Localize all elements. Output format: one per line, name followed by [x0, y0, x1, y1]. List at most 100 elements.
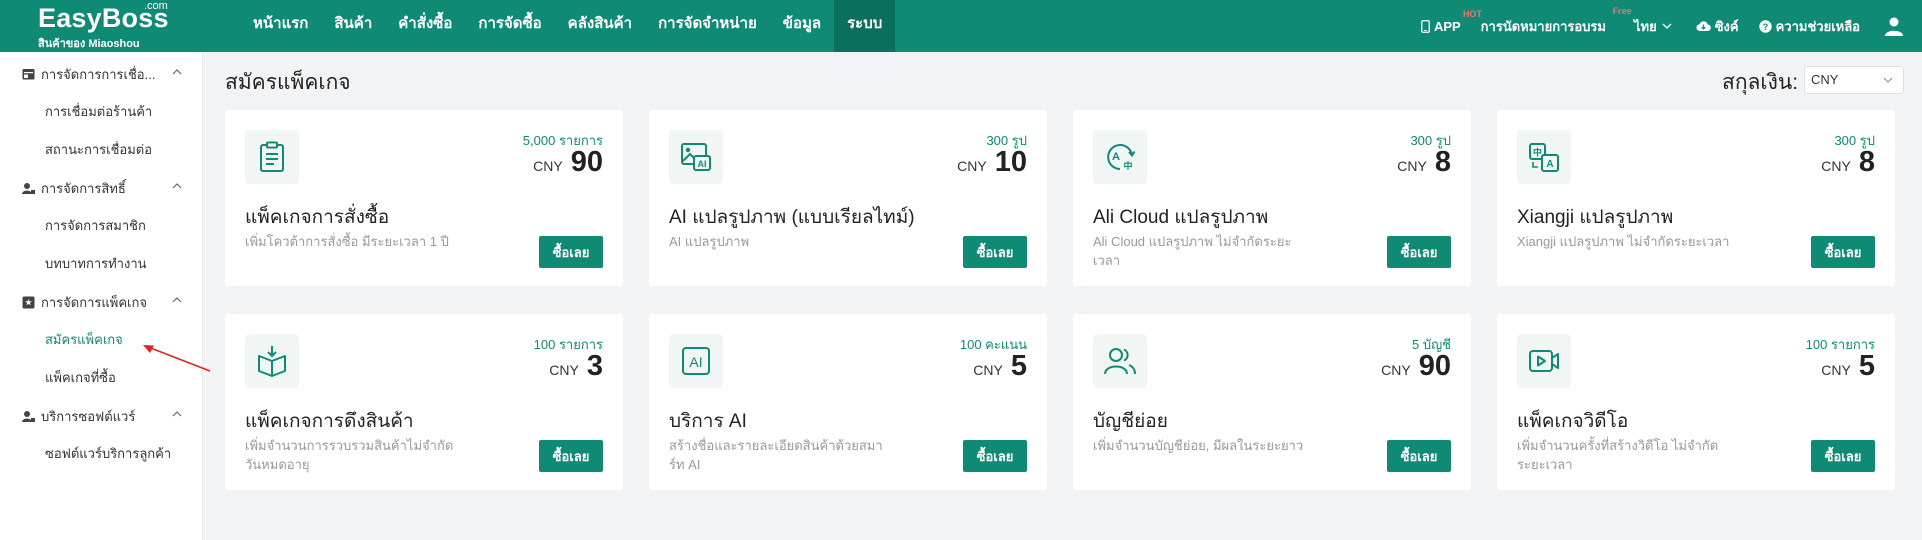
sidebar-item-customer-service-software[interactable]: ซอฟต์แวร์บริการลูกค้า: [0, 435, 202, 473]
package-name: Xiangji แปลรูปภาพ: [1517, 207, 1674, 228]
currency-select[interactable]: CNY: [1804, 66, 1904, 94]
svg-text:中: 中: [1533, 147, 1542, 159]
sidebar-group-packages[interactable]: การจัดการแพ็คเกจ: [0, 283, 202, 321]
sidebar-group-label: บริการซอฟต์แวร์: [41, 408, 136, 424]
package-card-product-import: 100 รายการ CNY 3 แพ็คเกจการดึงสินค้า เพิ่…: [225, 314, 623, 490]
chevron-up-icon: [172, 297, 182, 303]
chevron-up-icon: [172, 183, 182, 189]
nav-orders[interactable]: คำสั่งซื้อ: [385, 0, 465, 52]
sync-label: ซิงค์: [1714, 18, 1739, 34]
package-name: แพ็คเกจวิดีโอ: [1517, 411, 1629, 432]
translate-icon: 中A: [1517, 130, 1571, 184]
sidebar-group-connection[interactable]: การจัดการการเชื่อ...: [0, 55, 202, 93]
help-icon: ?: [1758, 19, 1772, 33]
package-price: CNY 90: [533, 146, 603, 179]
package-card-sub-accounts: 5 บัญชี CNY 90 บัญชีย่อย เพิ่มจำนวนบัญชีย…: [1073, 314, 1471, 490]
sidebar-item-roles[interactable]: บทบาทการทำงาน: [0, 245, 202, 283]
price-amount: 8: [1858, 146, 1875, 178]
sync-button[interactable]: ซิงค์: [1696, 16, 1739, 37]
chevron-down-icon: [1883, 77, 1893, 83]
package-card-ai-service: AI 100 คะแนน CNY 5 บริการ AI สร้างชื่อและ…: [649, 314, 1047, 490]
package-description: เพิ่มจำนวนบัญชีย่อย, มีผลในระยะยาว: [1093, 438, 1304, 453]
package-description: AI แปลรูปภาพ: [669, 234, 750, 249]
price-currency: CNY: [1381, 362, 1411, 378]
price-currency: CNY: [1821, 158, 1851, 174]
user-avatar-icon[interactable]: [1884, 16, 1904, 36]
sidebar-group-label: การจัดการสิทธิ์: [41, 180, 126, 196]
price-amount: 5: [1010, 350, 1027, 382]
sidebar-group-permissions[interactable]: การจัดการสิทธิ์: [0, 169, 202, 207]
price-currency: CNY: [973, 362, 1003, 378]
package-name: AI แปลรูปภาพ (แบบเรียลไทม์): [669, 207, 915, 228]
ai-image-icon: AI: [669, 130, 723, 184]
language-select[interactable]: ไทย: [1634, 16, 1676, 37]
top-navbar: EasyBoss .com สินค้าของ Miaoshou หน้าแรก…: [0, 0, 1922, 52]
app-link[interactable]: APP HOT: [1421, 9, 1482, 34]
nav-warehouse[interactable]: คลังสินค้า: [555, 0, 645, 52]
package-description: เพิ่มจำนวนการรวบรวมสินค้าไม่จำกัดวันหมดอ…: [245, 438, 454, 472]
price-amount: 3: [586, 350, 603, 382]
buy-now-button[interactable]: ซื้อเลย: [1811, 440, 1875, 472]
price-currency: CNY: [1821, 362, 1851, 378]
nav-products[interactable]: สินค้า: [321, 0, 385, 52]
price-amount: 10: [994, 146, 1027, 178]
package-card-ali-cloud-translation: A中 300 รูป CNY 8 Ali Cloud แปลรูปภาพ Ali …: [1073, 110, 1471, 286]
svg-text:AI: AI: [689, 354, 702, 370]
price-amount: 90: [570, 146, 603, 178]
price-currency: CNY: [1397, 158, 1427, 174]
package-description: Ali Cloud แปลรูปภาพ ไม่จำกัดระยะเวลา: [1093, 234, 1292, 268]
package-price: CNY 5: [973, 350, 1027, 383]
price-amount: 8: [1434, 146, 1451, 178]
buy-now-button[interactable]: ซื้อเลย: [963, 440, 1027, 472]
chevron-up-icon: [172, 69, 182, 75]
buy-now-button[interactable]: ซื้อเลย: [1387, 236, 1451, 268]
sidebar-group-software-services[interactable]: บริการซอฟต์แวร์: [0, 397, 202, 435]
buy-now-button[interactable]: ซื้อเลย: [539, 440, 603, 472]
package-name: บัญชีย่อย: [1093, 411, 1168, 432]
help-label: ความช่วยเหลือ: [1775, 18, 1860, 34]
package-name: แพ็คเกจการสั่งซื้อ: [245, 207, 390, 228]
package-card-ai-image-translation: AI 300 รูป CNY 10 AI แปลรูปภาพ (แบบเรียลไ…: [649, 110, 1047, 286]
sidebar-item-connection-status[interactable]: สถานะการเชื่อมต่อ: [0, 131, 202, 169]
sidebar-item-store-connection[interactable]: การเชื่อมต่อร้านค้า: [0, 93, 202, 131]
video-icon: [1517, 334, 1571, 388]
help-button[interactable]: ? ความช่วยเหลือ: [1758, 16, 1860, 37]
chevron-up-icon: [172, 411, 182, 417]
top-right-tools: APP HOT การนัดหมายการอบรม Free ไทย ซิงค์…: [1421, 0, 1922, 52]
translate-cloud-icon: A中: [1093, 130, 1147, 184]
brand-logo[interactable]: EasyBoss .com สินค้าของ Miaoshou: [0, 0, 240, 52]
package-description: เพิ่มจำนวนครั้งที่สร้างวิดีโอ ไม่จำกัดระ…: [1517, 438, 1719, 472]
main-nav: หน้าแรก สินค้า คำสั่งซื้อ การจัดซื้อ คลั…: [240, 0, 896, 52]
package-card-xiangji-translation: 中A 300 รูป CNY 8 Xiangji แปลรูปภาพ Xiangj…: [1497, 110, 1895, 286]
svg-text:AI: AI: [698, 159, 707, 169]
brand-subtitle: สินค้าของ Miaoshou: [38, 38, 140, 50]
nav-system[interactable]: ระบบ: [834, 0, 896, 52]
sidebar-group-label: การจัดการแพ็คเกจ: [41, 294, 147, 310]
app-hot-badge: HOT: [1462, 8, 1482, 19]
package-price: CNY 5: [1821, 350, 1875, 383]
buy-now-button[interactable]: ซื้อเลย: [1811, 236, 1875, 268]
sidebar: การจัดการการเชื่อ... การเชื่อมต่อร้านค้า…: [0, 52, 203, 540]
nav-purchasing[interactable]: การจัดซื้อ: [465, 0, 554, 52]
nav-data[interactable]: ข้อมูล: [770, 0, 834, 52]
training-link[interactable]: การนัดหมายการอบรม Free: [1481, 6, 1632, 37]
nav-home[interactable]: หน้าแรก: [240, 0, 321, 52]
sidebar-group-label: การจัดการการเชื่อ...: [41, 66, 156, 82]
package-price: CNY 3: [549, 350, 603, 383]
buy-now-button[interactable]: ซื้อเลย: [963, 236, 1027, 268]
box-download-icon: [245, 334, 299, 388]
price-currency: CNY: [533, 158, 563, 174]
buy-now-button[interactable]: ซื้อเลย: [1387, 440, 1451, 472]
ai-icon: AI: [669, 334, 723, 388]
phone-icon: [1421, 19, 1430, 33]
package-description: สร้างชื่อและรายละเอียดสินค้าด้วยสมาร์ท A…: [669, 438, 883, 472]
nav-distribution[interactable]: การจัดจำหน่าย: [645, 0, 770, 52]
store-icon: [22, 69, 35, 80]
order-clipboard-icon: [245, 130, 299, 184]
buy-now-button[interactable]: ซื้อเลย: [539, 236, 603, 268]
language-label: ไทย: [1633, 18, 1657, 34]
price-amount: 90: [1418, 350, 1451, 382]
sidebar-item-members[interactable]: การจัดการสมาชิก: [0, 207, 202, 245]
package-description: Xiangji แปลรูปภาพ ไม่จำกัดระยะเวลา: [1517, 234, 1730, 249]
user-key-icon: [22, 410, 35, 422]
